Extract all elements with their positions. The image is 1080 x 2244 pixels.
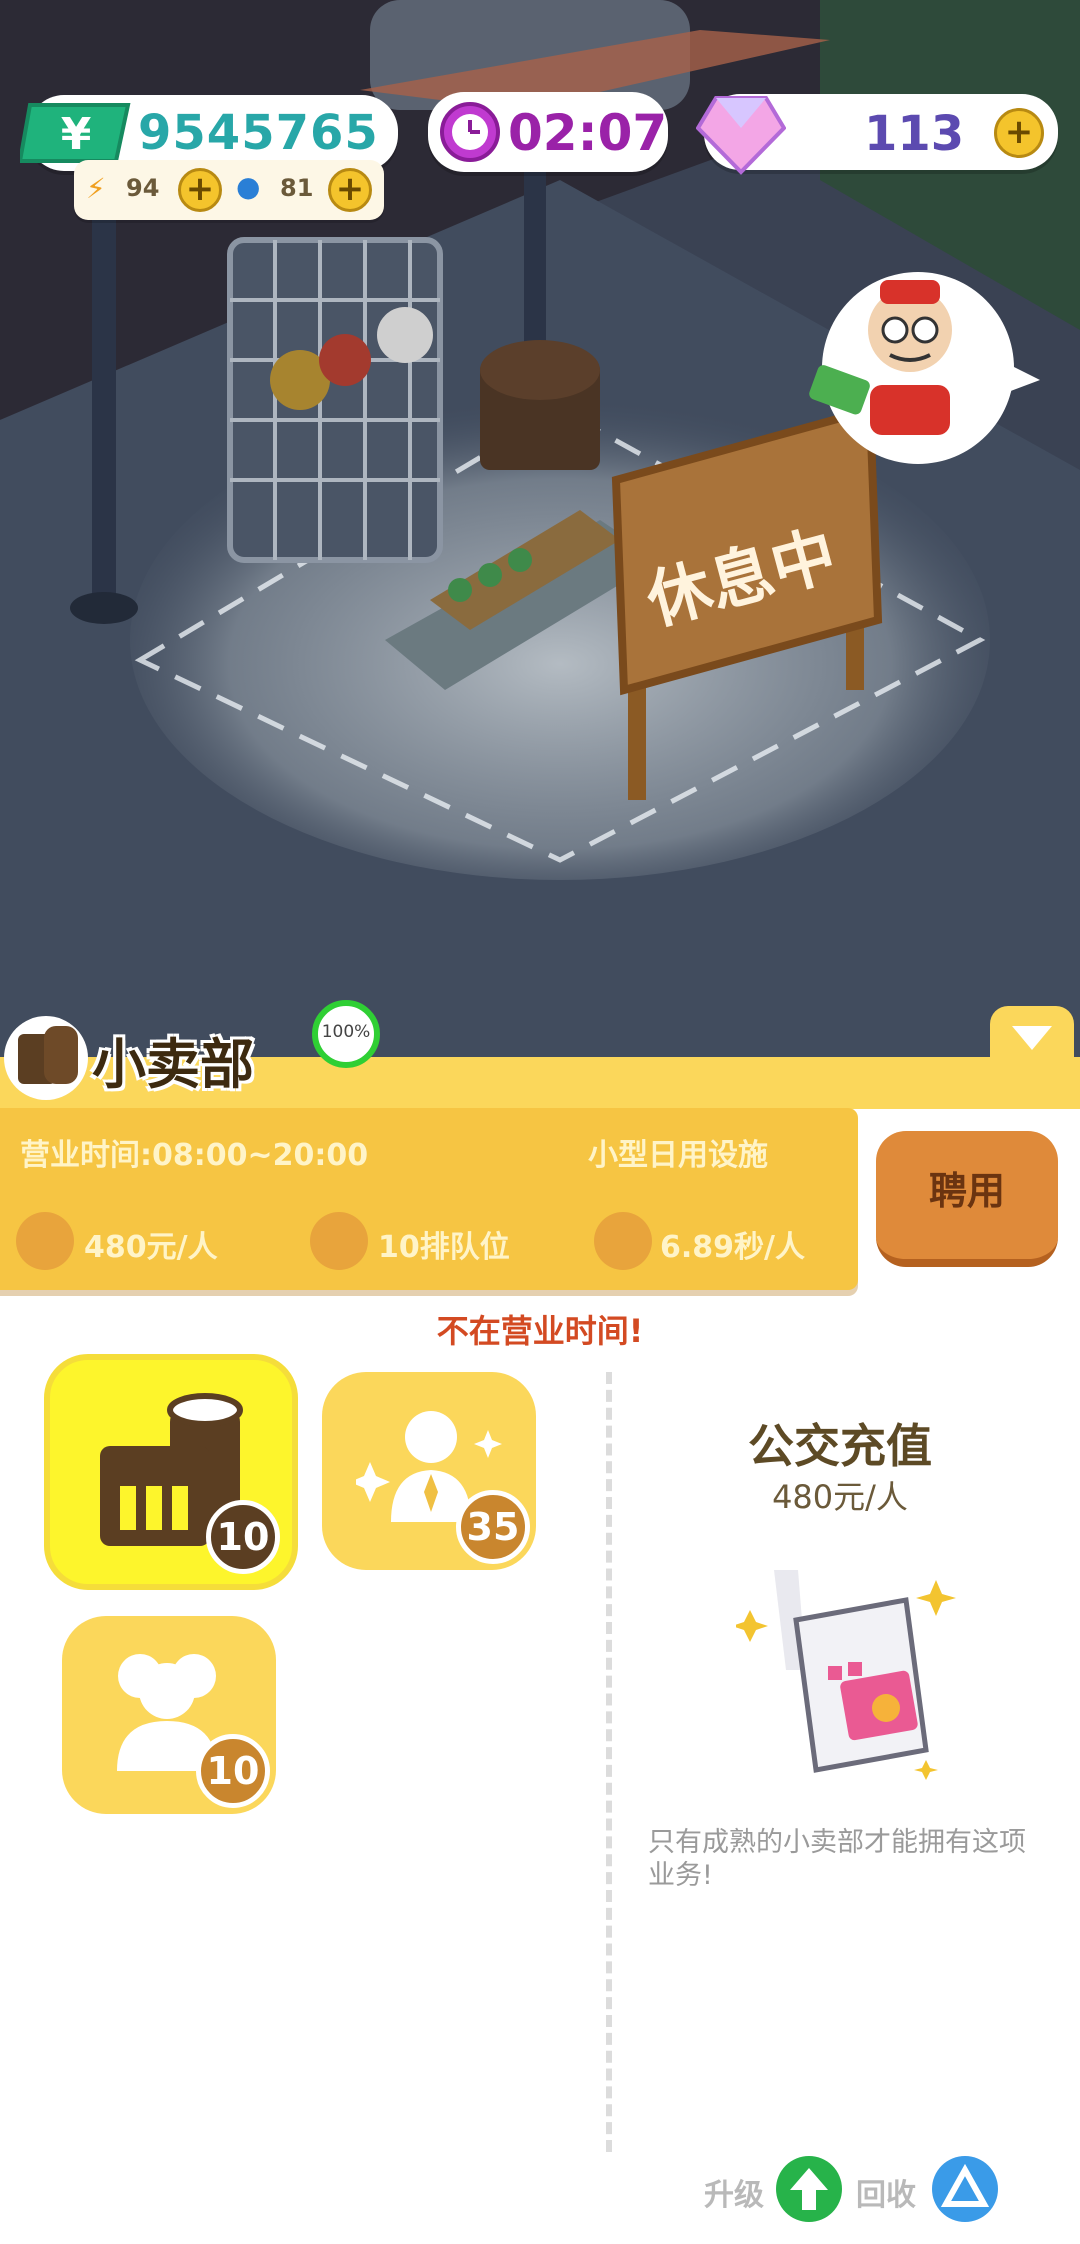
shop-icon xyxy=(4,1016,88,1100)
business-hours: 营业时间:08:00~20:00 xyxy=(20,1138,369,1173)
service-time: 6.89秒/人 xyxy=(660,1230,805,1265)
service-price: 480元/人 xyxy=(772,1478,908,1516)
timer-value: 02:07 xyxy=(508,104,668,162)
gem-add-button[interactable]: + xyxy=(994,108,1044,158)
arrow-up-icon xyxy=(790,2168,828,2210)
chevron-down-icon xyxy=(1012,1026,1052,1050)
staff-slot[interactable]: 35 xyxy=(322,1372,536,1570)
shopping-bag-icon xyxy=(736,1570,956,1780)
currency-symbol: ¥ xyxy=(61,109,92,160)
water-icon: ● xyxy=(236,170,261,203)
timer-display: 02:07 xyxy=(428,92,668,172)
price-upgrade-icon xyxy=(16,1212,74,1270)
gem-icon xyxy=(696,96,786,175)
progress-ring: 100% xyxy=(312,1000,380,1068)
panel-divider xyxy=(606,1372,612,2152)
goods-slot[interactable]: 10 xyxy=(44,1354,298,1590)
hire-button[interactable]: 聘用 xyxy=(876,1131,1058,1267)
recycle-icon xyxy=(940,2163,990,2207)
money-icon: ¥ xyxy=(20,103,131,163)
customer-level-badge: 10 xyxy=(196,1734,270,1808)
upgrade-label: 升级 xyxy=(704,2178,764,2213)
customer-slot[interactable]: 10 xyxy=(62,1616,276,1814)
energy-icon: ⚡ xyxy=(86,172,106,205)
queue-slots: 10排队位 xyxy=(378,1230,510,1265)
recycle-label: 回收 xyxy=(856,2178,916,2213)
clock-icon xyxy=(440,102,500,162)
shop-info-card: 营业时间:08:00~20:00 小型日用设施 480元/人 10排队位 6.8… xyxy=(0,1108,858,1290)
queue-upgrade-icon xyxy=(310,1212,368,1270)
facility-category: 小型日用设施 xyxy=(588,1138,768,1173)
upgrade-button[interactable] xyxy=(776,2156,842,2222)
gem-counter: 113 + xyxy=(696,94,1058,175)
service-name: 公交充值 xyxy=(748,1419,932,1473)
resource-bar: ⚡ 94 + ● 81 + xyxy=(74,160,384,220)
service-note: 只有成熟的小卖部才能拥有这项业务! xyxy=(648,1827,1026,1891)
energy-add-button[interactable]: + xyxy=(178,168,222,212)
money-value: 9545765 xyxy=(138,105,379,161)
speed-upgrade-icon xyxy=(594,1212,652,1270)
goods-level-badge: 10 xyxy=(206,1500,280,1574)
price-per-person: 480元/人 xyxy=(84,1230,218,1265)
shop-title: 小卖部 xyxy=(92,1033,254,1096)
water-add-button[interactable]: + xyxy=(328,168,372,212)
gem-value: 113 xyxy=(864,106,965,162)
energy-value: 94 xyxy=(126,174,160,202)
closed-message: 不在营业时间! xyxy=(436,1312,644,1350)
progress-value: 100% xyxy=(321,1022,371,1042)
staff-level-badge: 35 xyxy=(456,1490,530,1564)
recycle-button[interactable] xyxy=(932,2156,998,2222)
water-value: 81 xyxy=(280,174,314,202)
